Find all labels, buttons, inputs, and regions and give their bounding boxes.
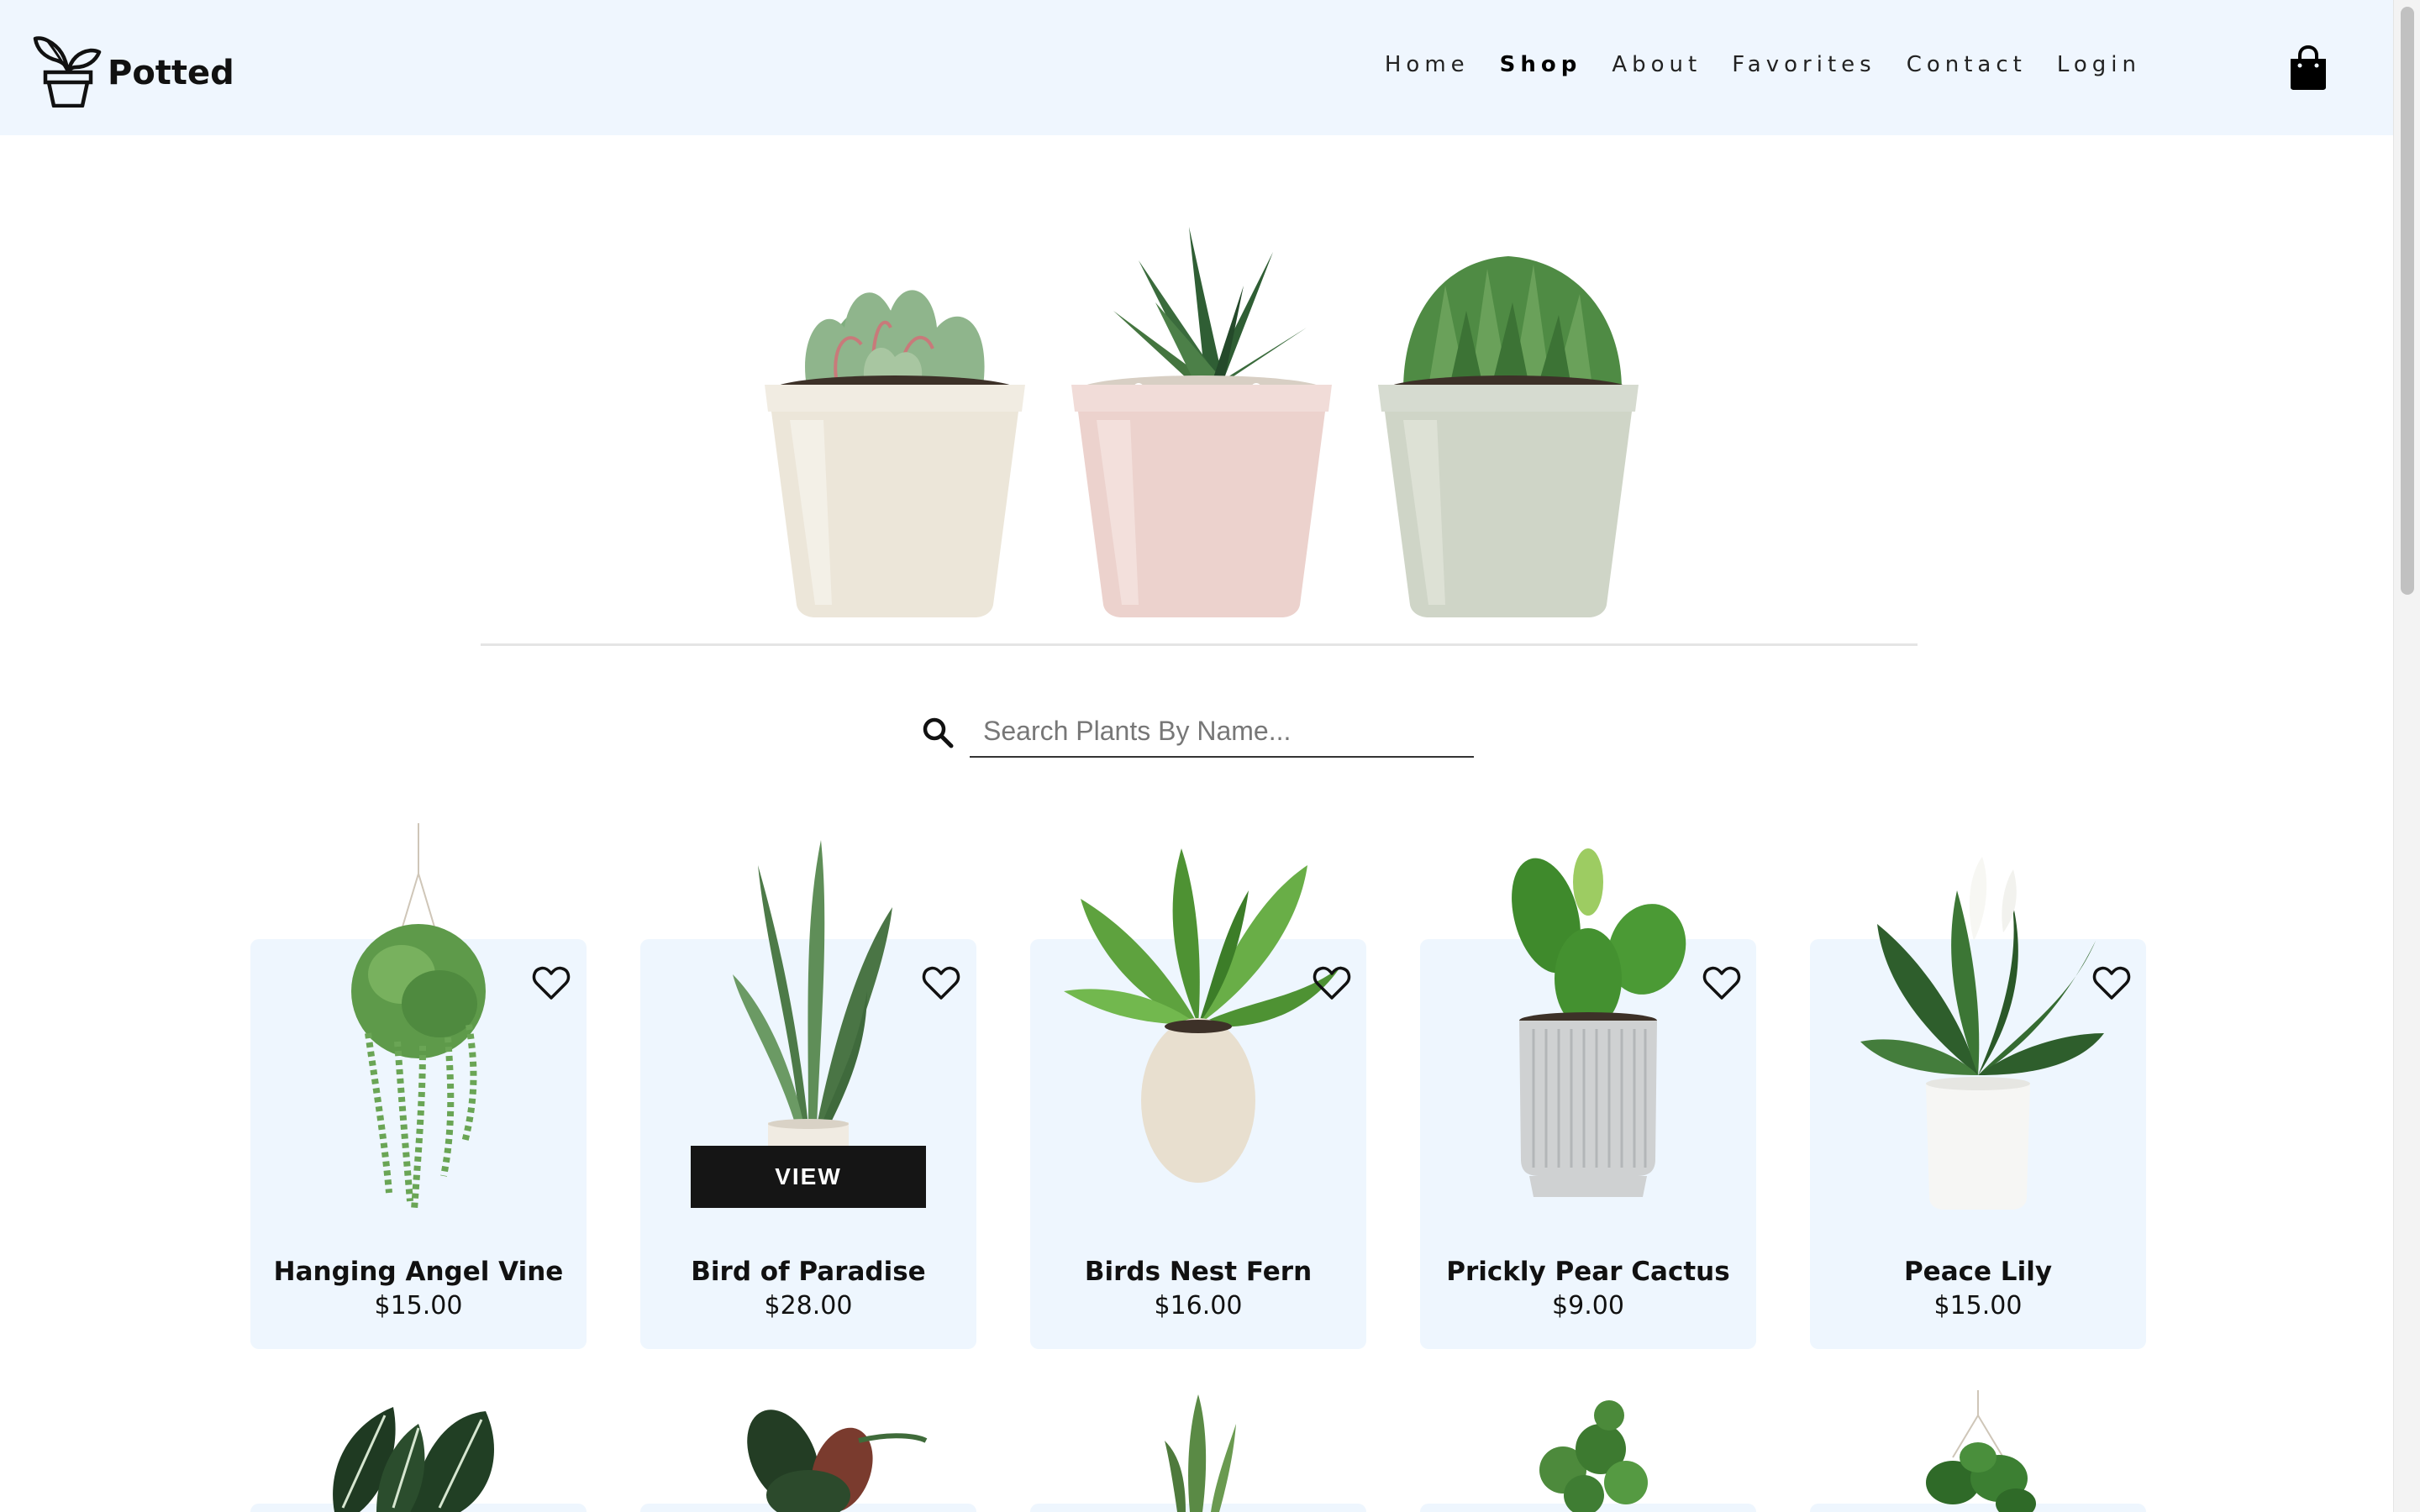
nav-shop[interactable]: Shop (1500, 52, 1582, 77)
brand-name: Potted (108, 54, 234, 92)
product-name[interactable]: Bird of Paradise (640, 1257, 976, 1287)
shopping-bag-icon[interactable] (2287, 45, 2329, 91)
product-name[interactable]: Birds Nest Fern (1030, 1257, 1366, 1287)
search-input[interactable] (970, 706, 1474, 758)
plant-pot-logo-icon (32, 32, 104, 108)
product-price: $28.00 (764, 1291, 853, 1320)
search-bar (921, 706, 1476, 759)
pilea-image[interactable] (1420, 1390, 1756, 1512)
nav-login[interactable]: Login (2057, 52, 2141, 77)
heart-icon[interactable] (922, 964, 960, 1003)
view-button[interactable]: VIEW (691, 1146, 926, 1208)
nav-favorites[interactable]: Favorites (1732, 52, 1876, 77)
hero-banner (739, 210, 1664, 622)
scrollbar-thumb[interactable] (2401, 7, 2414, 595)
birds-nest-fern-image[interactable] (1030, 823, 1366, 1218)
hero-divider (481, 643, 1918, 646)
heart-icon[interactable] (1702, 964, 1741, 1003)
hanging-angel-vine-image[interactable] (250, 823, 587, 1218)
hero-succulent-echeveria (756, 210, 1034, 622)
search-icon[interactable] (921, 716, 955, 749)
product-name[interactable]: Peace Lily (1810, 1257, 2146, 1287)
product-price: $15.00 (1933, 1291, 2023, 1320)
heart-icon[interactable] (1313, 964, 1351, 1003)
hero-succulent-aloe (1370, 210, 1647, 622)
product-price: $16.00 (1154, 1291, 1243, 1320)
rubber-plant-image[interactable] (640, 1390, 976, 1512)
product-name[interactable]: Prickly Pear Cactus (1420, 1257, 1756, 1287)
alocasia-image[interactable] (250, 1390, 587, 1512)
heart-icon[interactable] (532, 964, 571, 1003)
nav-contact[interactable]: Contact (1907, 52, 2027, 77)
nav-home[interactable]: Home (1385, 52, 1470, 77)
page-scrollbar[interactable] (2393, 0, 2420, 1512)
product-price: $9.00 (1552, 1291, 1624, 1320)
peace-lily-image[interactable] (1810, 823, 2146, 1218)
prickly-pear-cactus-image[interactable] (1420, 823, 1756, 1218)
brand[interactable]: Potted (32, 32, 234, 108)
top-navbar: Potted Home Shop About Favorites Contact… (0, 0, 2393, 135)
main-nav: Home Shop About Favorites Contact Login (1385, 52, 2141, 77)
hero-succulent-haworthia (1063, 210, 1340, 622)
product-price: $15.00 (374, 1291, 463, 1320)
heart-icon[interactable] (2092, 964, 2131, 1003)
product-name[interactable]: Hanging Angel Vine (250, 1257, 587, 1287)
nav-about[interactable]: About (1612, 52, 1702, 77)
hanging-pothos-image[interactable] (1810, 1390, 2146, 1512)
snake-plant-image[interactable] (1030, 1390, 1366, 1512)
